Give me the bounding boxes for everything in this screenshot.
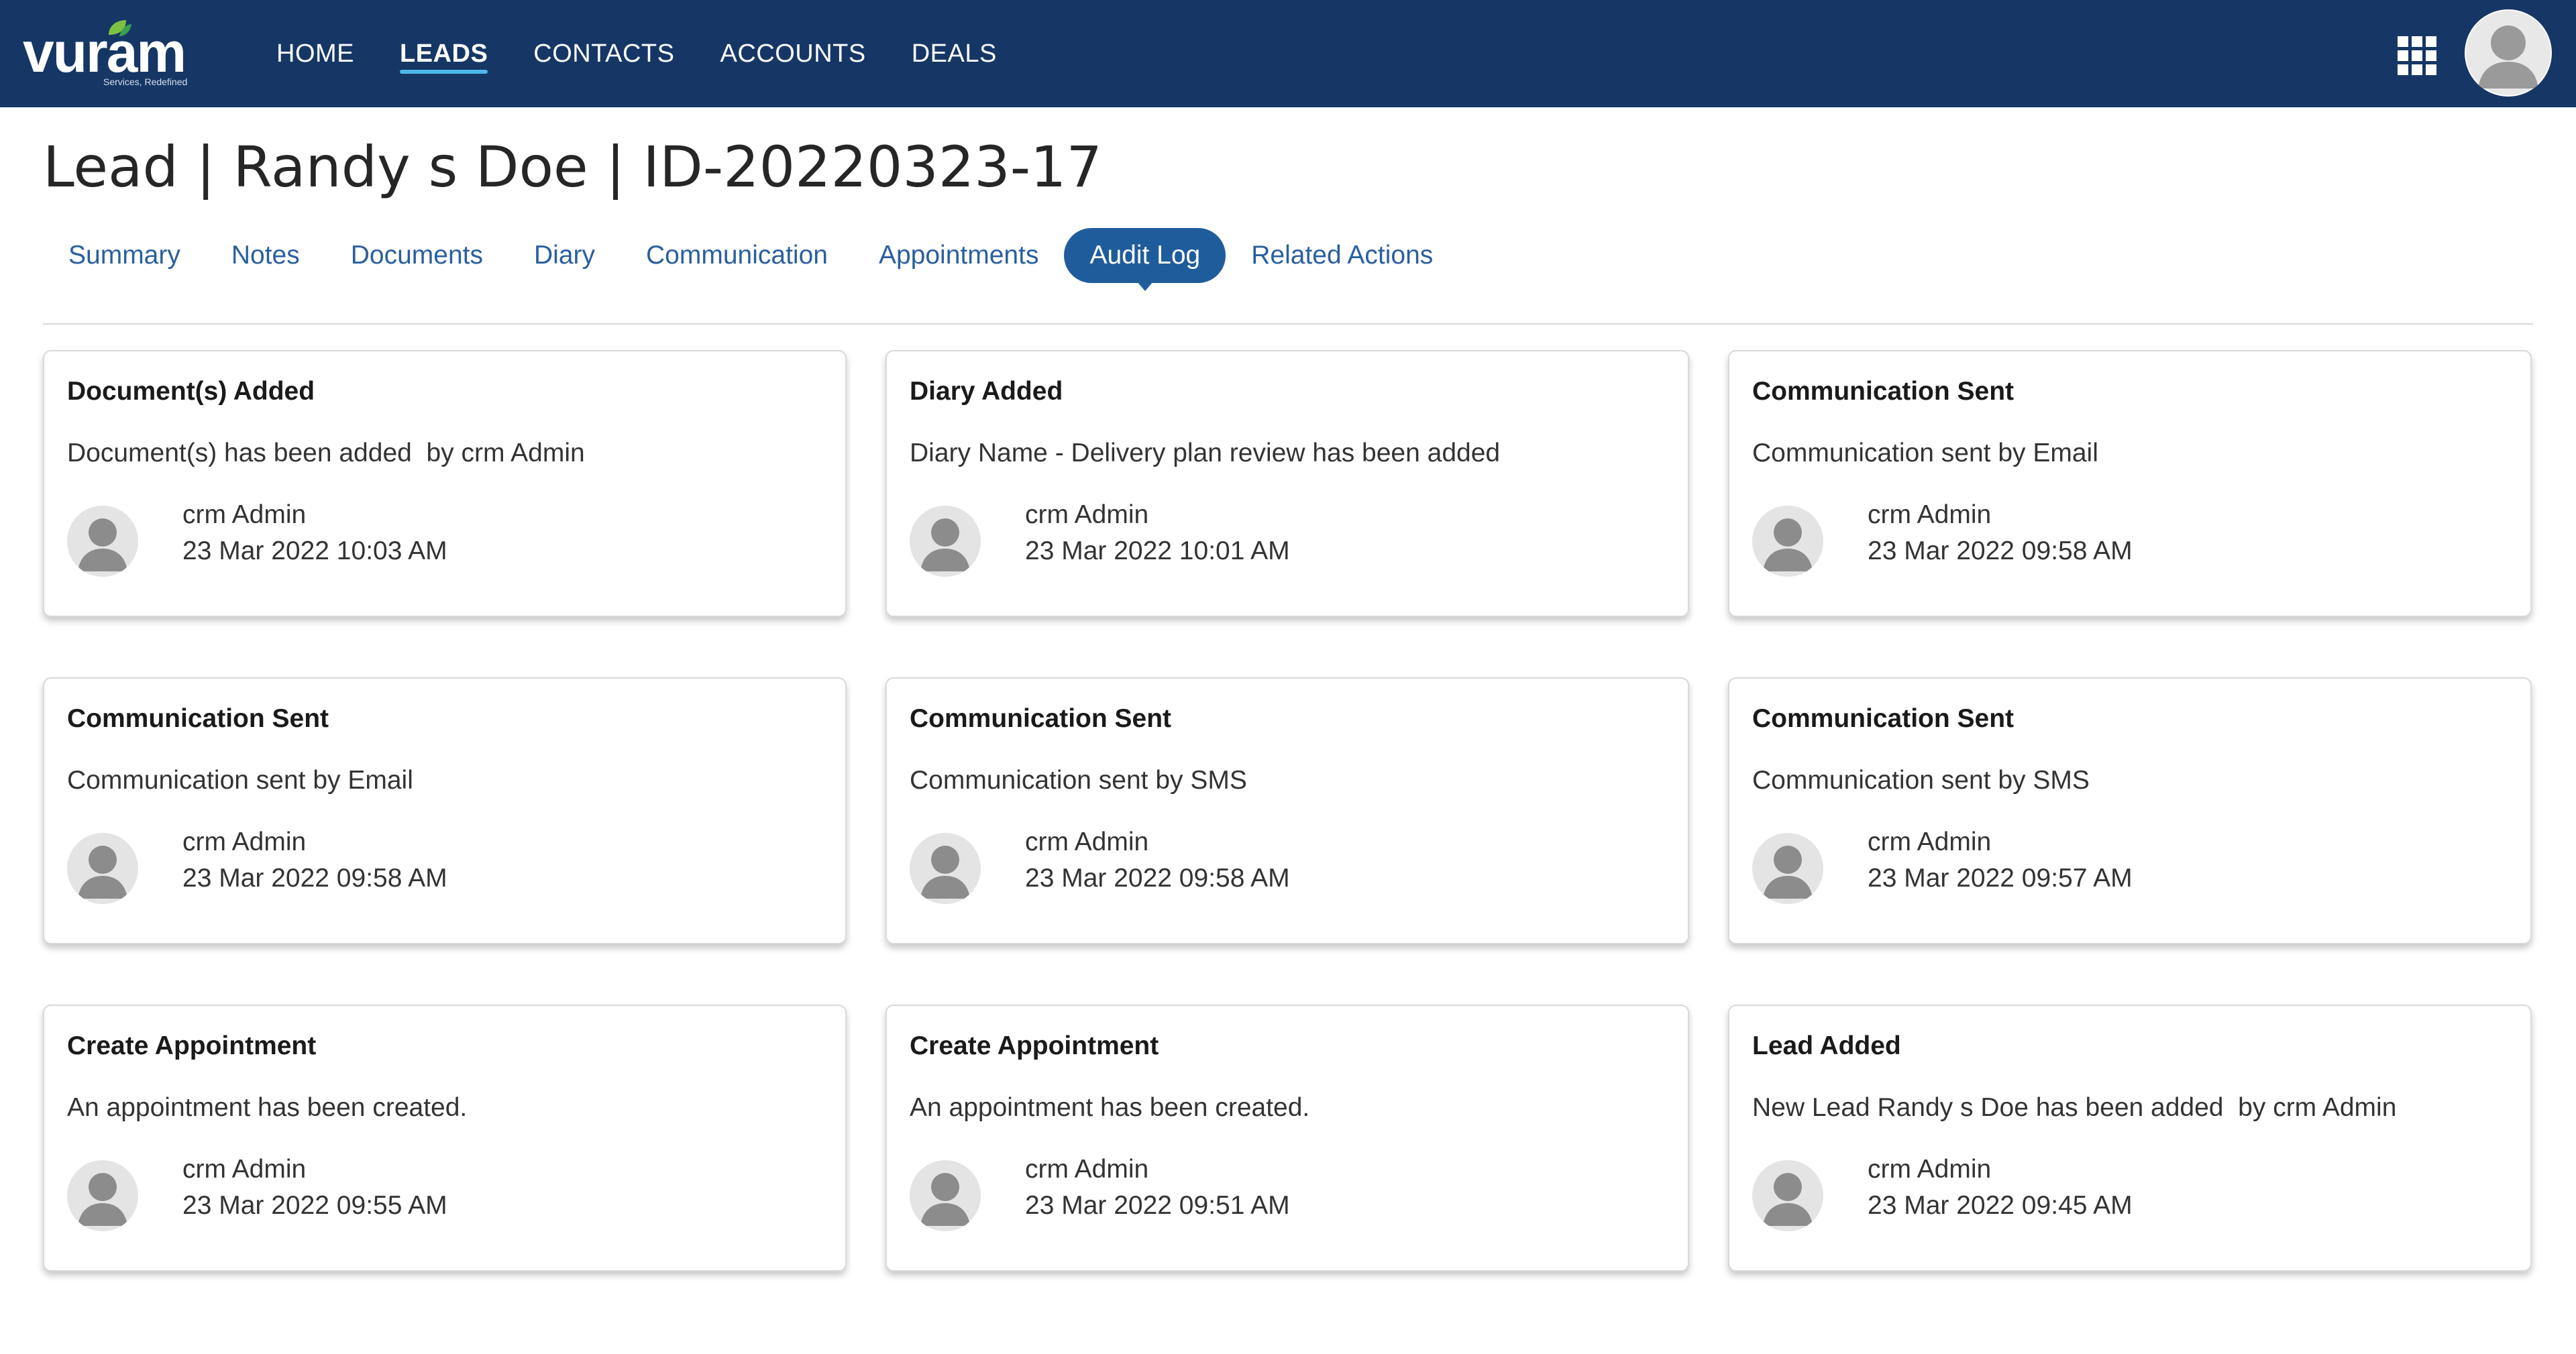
audit-card: Create Appointment An appointment has be… (885, 1005, 1689, 1272)
audit-card: Document(s) Added Document(s) has been a… (43, 350, 847, 617)
audit-card-description: Communication sent by Email (1752, 439, 2098, 467)
audit-card: Diary Added Diary Name - Delivery plan r… (885, 350, 1689, 617)
avatar-icon (1752, 506, 1823, 577)
audit-card-user: crm Admin (1868, 828, 1992, 856)
audit-card-timestamp: 23 Mar 2022 09:58 AM (1868, 537, 2133, 565)
audit-card-title: Communication Sent (1752, 704, 2015, 733)
audit-card-user: crm Admin (182, 828, 307, 856)
audit-card-user: crm Admin (1868, 500, 1992, 529)
audit-card: Communication Sent Communication sent by… (885, 677, 1689, 944)
avatar-icon (910, 506, 981, 577)
audit-card-title: Communication Sent (910, 704, 1172, 733)
audit-card-timestamp: 23 Mar 2022 09:55 AM (182, 1191, 447, 1220)
vuram-logo[interactable]: vuram Services, Redefined (23, 17, 211, 90)
audit-card-user: crm Admin (182, 1155, 307, 1184)
top-navigation-bar: vuram Services, Redefined HOME LEADS CON… (0, 0, 2576, 107)
audit-card-user: crm Admin (182, 500, 307, 529)
audit-card-title: Communication Sent (1752, 377, 2015, 406)
nav-leads[interactable]: LEADS (400, 0, 488, 107)
audit-card-user: crm Admin (1025, 1155, 1149, 1184)
audit-card-timestamp: 23 Mar 2022 09:58 AM (182, 864, 447, 893)
logo-text: vuram (23, 21, 186, 84)
nav-contacts[interactable]: CONTACTS (533, 0, 674, 107)
audit-card: Lead Added New Lead Randy s Doe has been… (1728, 1005, 2532, 1272)
avatar-icon (67, 833, 138, 904)
nav-deals[interactable]: DEALS (912, 0, 997, 107)
audit-card-user: crm Admin (1025, 828, 1149, 856)
user-avatar-icon[interactable] (2465, 9, 2552, 97)
page-title: Lead | Randy s Doe | ID-20220323-17 (43, 134, 1102, 200)
tab-audit-log[interactable]: Audit Log (1064, 228, 1226, 291)
audit-card-user: crm Admin (1868, 1155, 1992, 1184)
audit-card-title: Communication Sent (67, 704, 329, 733)
tab-documents[interactable]: Documents (325, 228, 508, 283)
tab-notes[interactable]: Notes (206, 228, 325, 283)
audit-card-timestamp: 23 Mar 2022 10:01 AM (1025, 537, 1290, 565)
main-nav: HOME LEADS CONTACTS ACCOUNTS DEALS (276, 0, 1042, 107)
audit-card: Create Appointment An appointment has be… (43, 1005, 847, 1272)
grid-apps-icon[interactable] (2398, 36, 2436, 75)
audit-card-description: New Lead Randy s Doe has been added by c… (1752, 1093, 2397, 1122)
audit-card-timestamp: 23 Mar 2022 09:45 AM (1868, 1191, 2133, 1220)
audit-card-timestamp: 23 Mar 2022 10:03 AM (182, 537, 447, 565)
audit-card-description: Communication sent by Email (67, 766, 413, 795)
tab-summary[interactable]: Summary (43, 228, 206, 283)
avatar-icon (910, 833, 981, 904)
tab-diary[interactable]: Diary (508, 228, 621, 283)
tab-appointments[interactable]: Appointments (853, 228, 1064, 283)
tab-related-actions[interactable]: Related Actions (1226, 228, 1458, 283)
audit-card-user: crm Admin (1025, 500, 1149, 529)
audit-card: Communication Sent Communication sent by… (1728, 350, 2532, 617)
audit-card-timestamp: 23 Mar 2022 09:51 AM (1025, 1191, 1290, 1220)
record-tabs: Summary Notes Documents Diary Communicat… (43, 228, 1458, 291)
avatar-icon (910, 1160, 981, 1231)
tab-communication[interactable]: Communication (621, 228, 853, 283)
audit-card-title: Create Appointment (67, 1031, 317, 1060)
audit-card-timestamp: 23 Mar 2022 09:57 AM (1868, 864, 2133, 893)
audit-card-description: Diary Name - Delivery plan review has be… (910, 439, 1501, 467)
audit-card-description: Communication sent by SMS (910, 766, 1247, 795)
audit-card-description: Document(s) has been added by crm Admin (67, 439, 585, 467)
avatar-icon (67, 1160, 138, 1231)
audit-card-title: Diary Added (910, 377, 1063, 406)
audit-card-timestamp: 23 Mar 2022 09:58 AM (1025, 864, 1290, 893)
leaf-icon (109, 20, 131, 36)
nav-accounts[interactable]: ACCOUNTS (720, 0, 865, 107)
logo-tagline: Services, Redefined (103, 76, 188, 87)
header-divider (43, 323, 2533, 325)
audit-card-title: Document(s) Added (67, 377, 315, 406)
audit-card: Communication Sent Communication sent by… (1728, 677, 2532, 944)
audit-card-title: Lead Added (1752, 1031, 1901, 1060)
avatar-icon (1752, 833, 1823, 904)
audit-card-title: Create Appointment (910, 1031, 1159, 1060)
avatar-icon (1752, 1160, 1823, 1231)
avatar-icon (67, 506, 138, 577)
audit-card-description: Communication sent by SMS (1752, 766, 2090, 795)
audit-card-description: An appointment has been created. (67, 1093, 468, 1122)
nav-home[interactable]: HOME (276, 0, 354, 107)
audit-card-description: An appointment has been created. (910, 1093, 1310, 1122)
audit-card: Communication Sent Communication sent by… (43, 677, 847, 944)
